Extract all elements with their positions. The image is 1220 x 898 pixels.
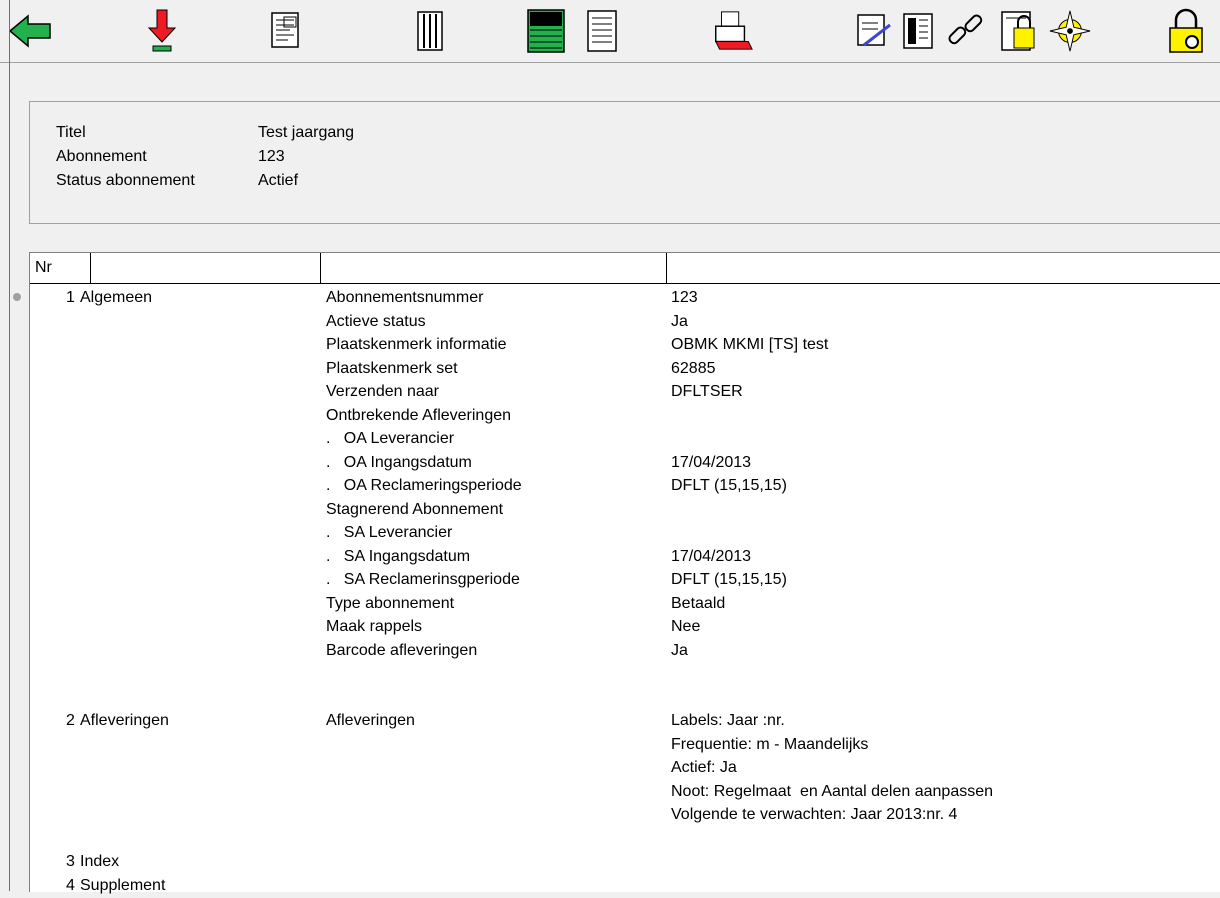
field-label: Stagnerend Abonnement bbox=[326, 500, 504, 518]
columns-icon[interactable] bbox=[408, 8, 452, 54]
printer-icon[interactable] bbox=[710, 8, 754, 54]
field-label: Barcode afleveringen bbox=[326, 641, 478, 659]
field-label: Type abonnement bbox=[326, 594, 455, 612]
column-header-section[interactable] bbox=[91, 253, 321, 283]
edit-document-icon[interactable] bbox=[852, 8, 896, 54]
field-value: Ja bbox=[671, 312, 688, 330]
field-label: Actieve status bbox=[326, 312, 426, 330]
section-nr: 3 bbox=[66, 853, 75, 870]
field-value: 62885 bbox=[671, 359, 716, 377]
field-label: Afleveringen bbox=[326, 712, 415, 729]
field-value: Volgende te verwachten: Jaar 2013:nr. 4 bbox=[671, 806, 958, 823]
subscription-label: Abonnement bbox=[56, 148, 147, 165]
green-table-icon[interactable] bbox=[524, 8, 568, 54]
field-value: Betaald bbox=[671, 594, 726, 612]
field-label: Abonnementsnummer bbox=[326, 289, 484, 306]
column-header-field[interactable] bbox=[321, 253, 667, 283]
subscription-header: Titel Test jaargang Abonnement 123 Statu… bbox=[29, 101, 1220, 224]
compass-icon[interactable] bbox=[1048, 8, 1092, 54]
field-label: . SA Reclamerinsgperiode bbox=[326, 571, 520, 588]
field-value: OBMK MKMI [TS] test bbox=[671, 336, 829, 353]
field-value: Labels: Jaar :nr. bbox=[671, 712, 785, 729]
subscription-value: 123 bbox=[258, 148, 285, 165]
field-value: Ja bbox=[671, 641, 688, 659]
field-label: Plaatskenmerk set bbox=[326, 359, 458, 377]
section-nr: 1 bbox=[66, 289, 75, 306]
title-label: Titel bbox=[56, 124, 86, 141]
link-icon[interactable] bbox=[944, 8, 988, 54]
document-list-icon[interactable] bbox=[264, 8, 308, 54]
field-value: 17/04/2013 bbox=[671, 547, 752, 565]
section-name[interactable]: Algemeen bbox=[80, 286, 152, 310]
section-nr: 2 bbox=[66, 712, 75, 729]
section-name[interactable]: Index bbox=[80, 850, 119, 874]
field-value: DFLT (15,15,15) bbox=[671, 477, 787, 494]
field-value: 123 bbox=[671, 289, 698, 306]
field-label: Ontbrekende Afleveringen bbox=[326, 406, 512, 424]
field-label: Maak rappels bbox=[326, 618, 423, 635]
field-value: Nee bbox=[671, 618, 701, 635]
download-arrow-icon[interactable] bbox=[140, 8, 184, 54]
field-value: Actief: Ja bbox=[671, 759, 737, 776]
status-label: Status abonnement bbox=[56, 172, 195, 189]
field-value: 17/04/2013 bbox=[671, 453, 752, 471]
field-label: Plaatskenmerk informatie bbox=[326, 336, 507, 353]
field-label: Verzenden naar bbox=[326, 383, 439, 400]
column-header-nr[interactable]: Nr bbox=[30, 253, 91, 283]
field-label: . OA Ingangsdatum bbox=[326, 453, 472, 471]
field-label: . SA Leverancier bbox=[326, 524, 453, 541]
details-grid: Nr 1 Algemeen 2 Afleveringen 3 Index 4 S… bbox=[29, 252, 1220, 894]
field-label: . OA Reclameringsperiode bbox=[326, 477, 522, 494]
text-document-icon[interactable] bbox=[580, 8, 624, 54]
lock-document-icon[interactable] bbox=[996, 8, 1040, 54]
toolbar bbox=[0, 0, 1220, 62]
back-arrow-icon[interactable] bbox=[8, 8, 52, 54]
field-label: . OA Leverancier bbox=[326, 430, 455, 447]
title-value: Test jaargang bbox=[258, 124, 355, 141]
section-nr: 4 bbox=[66, 877, 75, 894]
left-border bbox=[9, 0, 10, 891]
lock-settings-icon[interactable] bbox=[1164, 8, 1208, 54]
section-name[interactable]: Supplement bbox=[80, 874, 165, 898]
current-row-marker bbox=[13, 293, 21, 301]
grid-header: Nr bbox=[30, 253, 1220, 284]
field-label: . SA Ingangsdatum bbox=[326, 547, 471, 565]
column-header-value[interactable] bbox=[667, 253, 1220, 283]
field-value: DFLT (15,15,15) bbox=[671, 571, 787, 588]
field-value: Noot: Regelmaat en Aantal delen aanpasse… bbox=[671, 782, 994, 800]
toolbar-divider bbox=[0, 62, 1220, 63]
report-icon[interactable] bbox=[896, 8, 940, 54]
section-name[interactable]: Afleveringen bbox=[80, 709, 169, 733]
field-value: Frequentie: m - Maandelijks bbox=[671, 735, 869, 753]
field-value: DFLTSER bbox=[671, 383, 743, 400]
status-value: Actief bbox=[258, 172, 299, 189]
